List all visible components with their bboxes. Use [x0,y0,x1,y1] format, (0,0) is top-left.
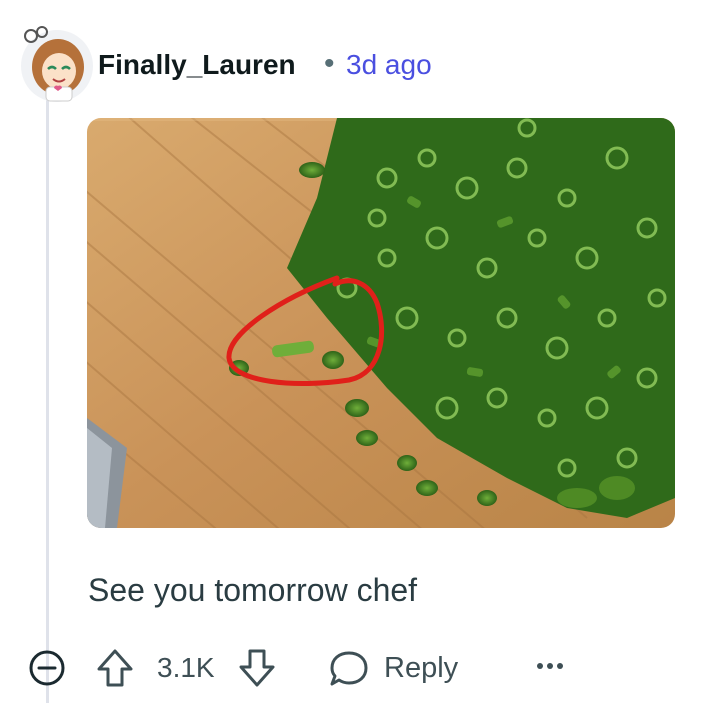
vote-score: 3.1K [157,652,215,683]
comment-actions: 3.1K Reply [0,640,710,700]
comment-image[interactable] [87,118,675,528]
reply-button[interactable]: Reply [328,645,478,693]
comment-header: Finally_Lauren • 3d ago [18,25,698,105]
collapse-icon[interactable] [28,649,66,687]
timestamp[interactable]: 3d ago [346,49,432,81]
ellipsis-icon[interactable] [530,646,570,686]
thread-line[interactable] [46,100,49,703]
reply-label: Reply [384,652,459,684]
author-name[interactable]: Finally_Lauren [98,49,296,81]
comment-bubble-icon [328,649,370,689]
downvote-icon[interactable] [238,648,276,688]
comment-body: See you tomorrow chef [88,572,418,608]
meta-separator: • [324,47,335,80]
upvote-icon[interactable] [96,648,134,688]
avatar[interactable] [18,25,96,103]
